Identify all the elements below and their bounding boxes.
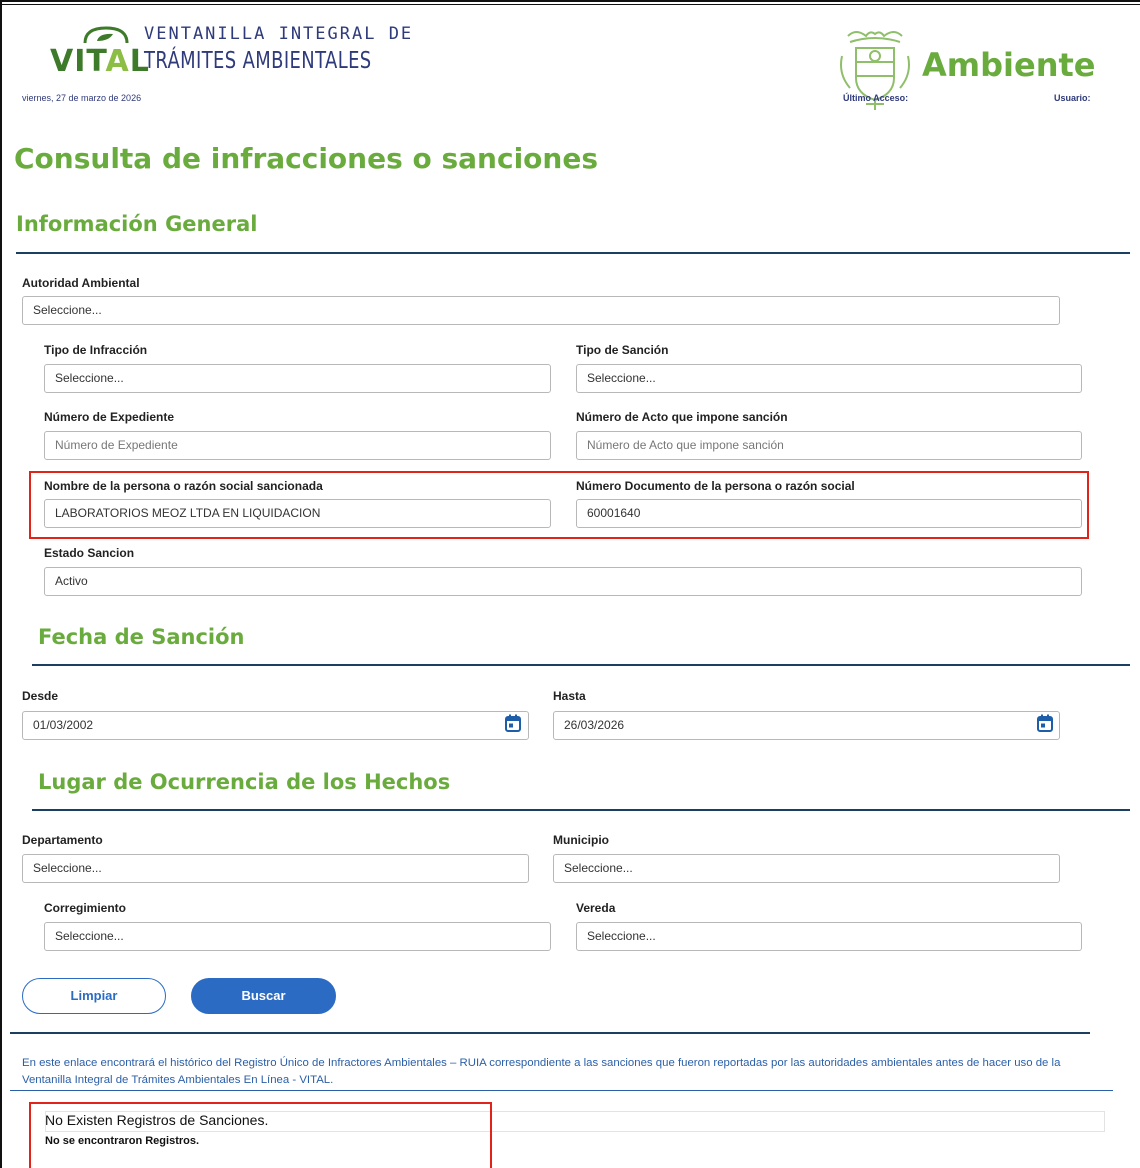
- vital-logo-word: VITAL: [50, 44, 150, 79]
- tipo-sancion-select[interactable]: Seleccione...: [576, 364, 1082, 393]
- divider: [16, 252, 1130, 254]
- expediente-input[interactable]: Número de Expediente: [44, 431, 551, 460]
- autoridad-label: Autoridad Ambiental: [22, 276, 140, 290]
- calendar-icon[interactable]: [505, 714, 521, 732]
- buscar-button[interactable]: Buscar: [191, 978, 336, 1014]
- ruia-history-link[interactable]: En este enlace encontrará el histórico d…: [22, 1055, 1092, 1089]
- page-title: Consulta de infracciones o sanciones: [14, 142, 599, 175]
- highlight-box-results: [29, 1102, 492, 1168]
- estado-label: Estado Sancion: [44, 546, 135, 560]
- divider: [10, 1032, 1090, 1034]
- vereda-select[interactable]: Seleccione...: [576, 922, 1082, 951]
- desde-input[interactable]: 01/03/2002: [22, 711, 529, 740]
- brand-ambiente: Ambiente: [922, 46, 1096, 84]
- tipo-infraccion-label: Tipo de Infracción: [44, 343, 148, 357]
- estado-select[interactable]: Activo: [44, 567, 1082, 596]
- acto-label: Número de Acto que impone sanción: [576, 410, 788, 424]
- municipio-label: Municipio: [553, 833, 609, 847]
- user-label: Usuario:: [1054, 93, 1091, 103]
- calendar-icon[interactable]: [1037, 714, 1053, 732]
- tipo-sancion-label: Tipo de Sanción: [576, 343, 669, 357]
- expediente-label: Número de Expediente: [44, 410, 175, 424]
- desde-label: Desde: [22, 689, 59, 703]
- divider: [32, 809, 1130, 811]
- section-title-general: Información General: [16, 212, 258, 236]
- departamento-select[interactable]: Seleccione...: [22, 854, 529, 883]
- section-title-fecha: Fecha de Sanción: [38, 625, 245, 649]
- hasta-label: Hasta: [553, 689, 586, 703]
- logo-line-1: VENTANILLA INTEGRAL DE: [144, 24, 414, 44]
- section-title-lugar: Lugar de Ocurrencia de los Hechos: [38, 770, 451, 794]
- divider: [32, 664, 1130, 666]
- acto-input[interactable]: Número de Acto que impone sanción: [576, 431, 1082, 460]
- leaf-logo-icon: [83, 26, 129, 44]
- departamento-label: Departamento: [22, 833, 103, 847]
- corregimiento-select[interactable]: Seleccione...: [44, 922, 551, 951]
- autoridad-select[interactable]: Seleccione...: [22, 296, 1060, 325]
- hasta-input[interactable]: 26/03/2026: [553, 711, 1060, 740]
- logo-line-2: TRÁMITES AMBIENTALES: [144, 48, 372, 74]
- window-top-border: [0, 0, 1140, 5]
- municipio-select[interactable]: Seleccione...: [553, 854, 1060, 883]
- vereda-label: Vereda: [576, 901, 616, 915]
- current-date: viernes, 27 de marzo de 2026: [22, 93, 142, 103]
- window-left-border: [0, 0, 2, 1168]
- limpiar-button[interactable]: Limpiar: [22, 978, 166, 1014]
- corregimiento-label: Corregimiento: [44, 901, 127, 915]
- last-access-label: Último Acceso:: [843, 93, 909, 103]
- highlight-box-search-fields: [29, 471, 1089, 539]
- divider: [10, 1090, 1113, 1091]
- tipo-infraccion-select[interactable]: Seleccione...: [44, 364, 551, 393]
